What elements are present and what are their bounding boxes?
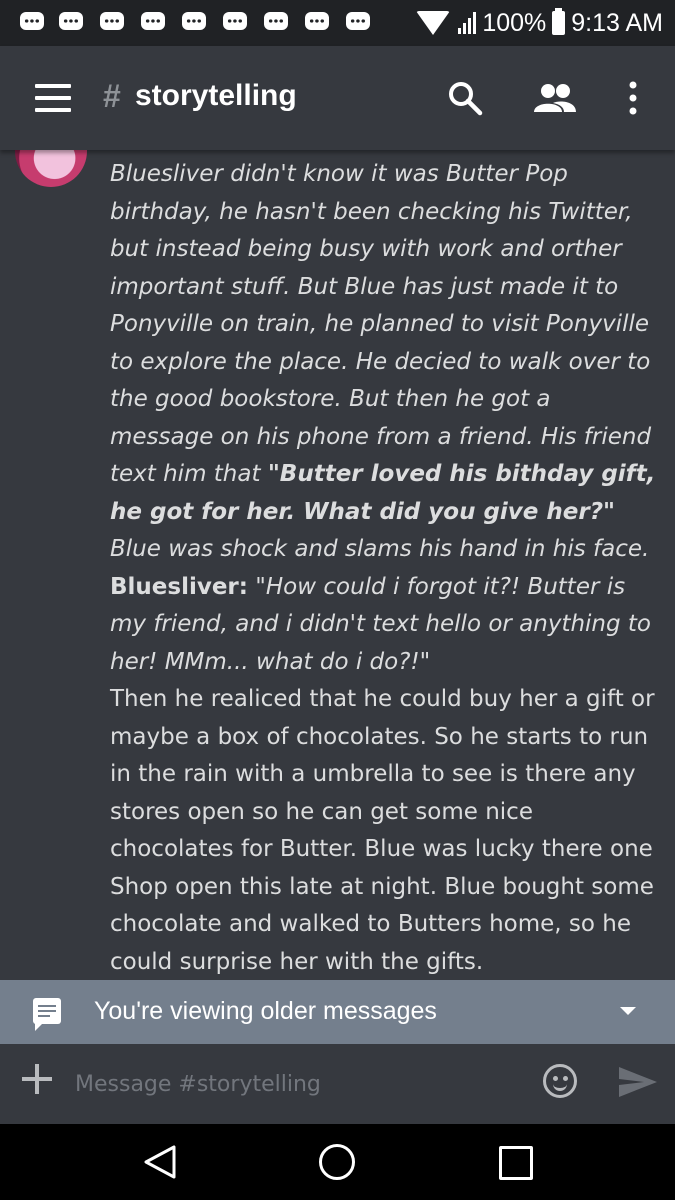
- status-bar: 100% 9:13 AM: [0, 0, 675, 46]
- older-messages-bar[interactable]: You're viewing older messages: [0, 980, 675, 1044]
- discord-notification-icon: [98, 11, 126, 33]
- wifi-icon: [416, 11, 451, 35]
- discord-notification-icon: [139, 11, 167, 33]
- more-options-icon[interactable]: [626, 80, 640, 116]
- recent-apps-icon[interactable]: [499, 1146, 533, 1180]
- battery-percent: 100%: [482, 8, 547, 37]
- older-messages-label: You're viewing older messages: [94, 997, 437, 1025]
- clock: 9:13 AM: [571, 8, 663, 37]
- battery-icon: [552, 8, 566, 35]
- discord-notification-icon: [18, 11, 46, 33]
- story-paragraph: Then he realiced that he could buy her a…: [110, 686, 655, 975]
- discord-notification-icon: [221, 11, 249, 33]
- channel-header: # storytelling: [0, 46, 675, 150]
- discord-notification-icon: [57, 11, 85, 33]
- menu-icon[interactable]: [35, 84, 71, 112]
- avatar[interactable]: [15, 150, 87, 187]
- discord-notification-icon: [303, 11, 331, 33]
- caret-down-icon[interactable]: [620, 1007, 636, 1015]
- dialogue-line: Bluesliver: "How could i forgot it?! But…: [110, 569, 658, 682]
- message-list[interactable]: Bluesliver didn't know it was Butter Pop…: [0, 150, 675, 980]
- status-indicators: 100% 9:13 AM: [416, 6, 663, 40]
- discord-notification-icon: [180, 11, 208, 33]
- story-text: Blue was shock and slams his hand in his…: [110, 536, 650, 562]
- discord-notification-icon: [262, 11, 290, 33]
- emoji-icon[interactable]: [543, 1064, 577, 1098]
- story-text: Bluesliver didn't know it was Butter Pop…: [110, 161, 652, 487]
- search-icon[interactable]: [447, 80, 483, 116]
- story-paragraph: Bluesliver didn't know it was Butter Pop…: [110, 156, 658, 569]
- discord-notification-icon: [344, 11, 372, 33]
- speaker-name: Bluesliver:: [110, 573, 248, 600]
- message-icon: [33, 998, 61, 1031]
- add-attachment-button[interactable]: [22, 1064, 52, 1094]
- android-nav-bar: [0, 1124, 675, 1200]
- message-composer: [0, 1044, 675, 1124]
- message-content: Bluesliver didn't know it was Butter Pop…: [110, 156, 658, 980]
- message-input[interactable]: [75, 1066, 525, 1102]
- home-icon[interactable]: [319, 1144, 355, 1180]
- members-icon[interactable]: [533, 83, 577, 113]
- signal-icon: [458, 12, 477, 34]
- send-icon[interactable]: [618, 1066, 658, 1098]
- channel-hash-icon: #: [103, 78, 121, 114]
- channel-name: storytelling: [135, 79, 297, 112]
- back-icon[interactable]: [143, 1144, 177, 1180]
